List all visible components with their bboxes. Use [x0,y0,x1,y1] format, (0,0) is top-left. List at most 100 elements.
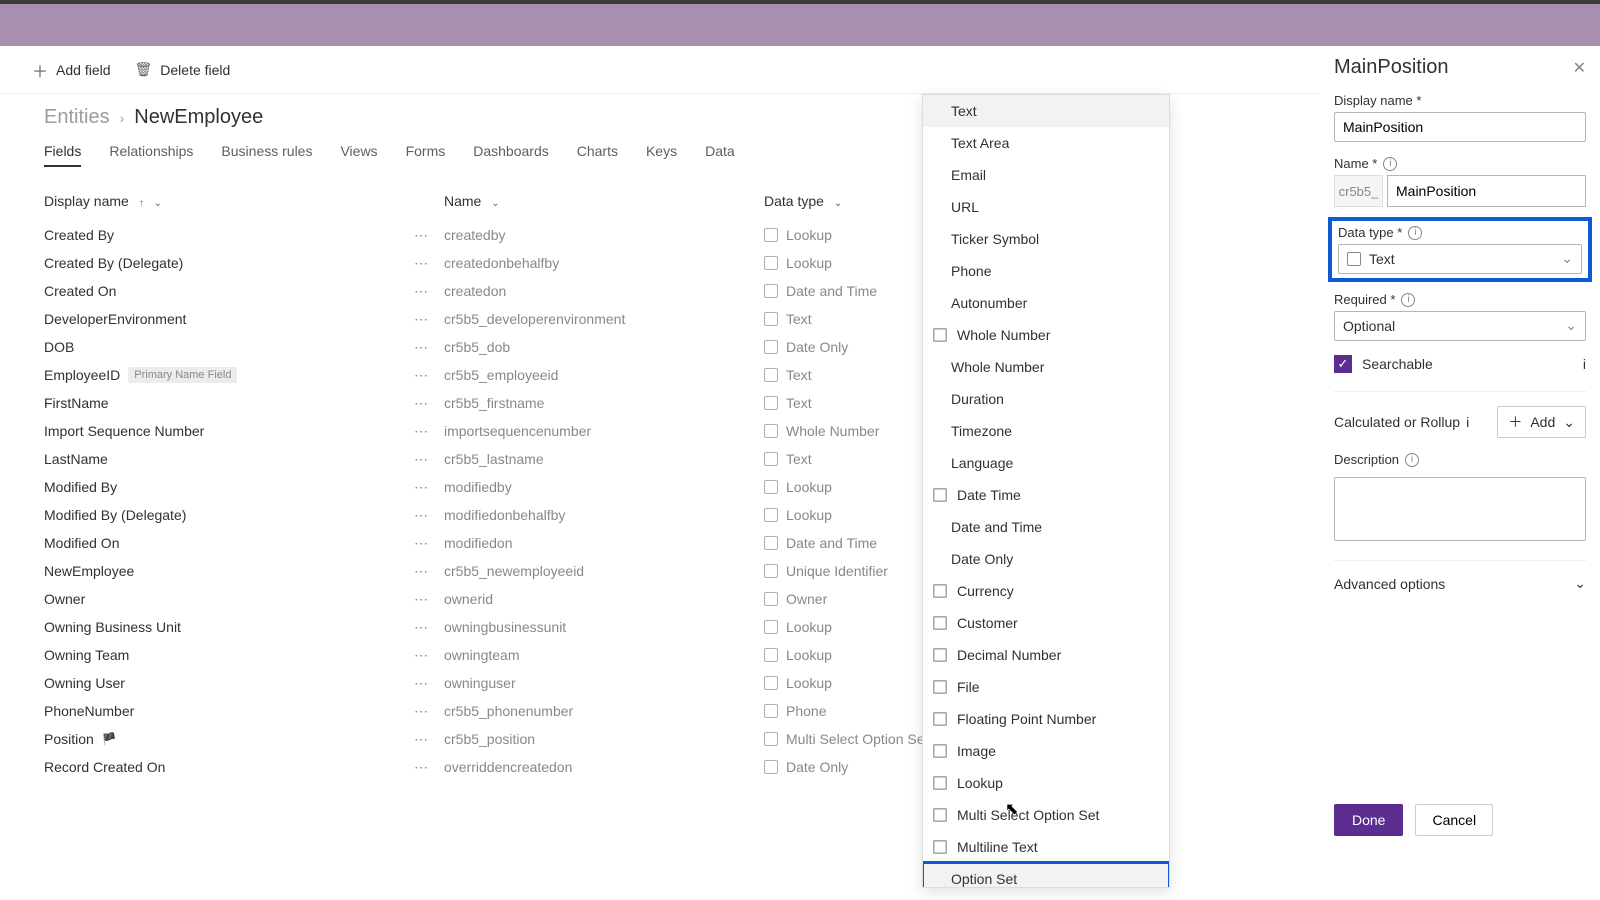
add-button[interactable]: ＋ Add ⌄ [1497,406,1586,438]
row-more-icon[interactable]: ⋯ [414,451,424,468]
info-icon[interactable]: i [1466,414,1469,430]
type-icon [764,620,778,634]
dropdown-option-email[interactable]: Email [923,159,1169,191]
row-more-icon[interactable]: ⋯ [414,619,424,636]
advanced-options-toggle[interactable]: Advanced options ⌄ [1334,560,1586,606]
cell-name: owninguser [444,675,764,691]
info-icon[interactable]: i [1401,293,1415,307]
dropdown-option-timezone[interactable]: Timezone [923,415,1169,447]
tab-fields[interactable]: Fields [44,143,81,167]
dropdown-option-phone[interactable]: Phone [923,255,1169,287]
row-more-icon[interactable]: ⋯ [414,647,424,664]
dropdown-option-date-only[interactable]: Date Only [923,543,1169,575]
dropdown-group-multi-select-option-set[interactable]: Multi Select Option Set [923,799,1169,831]
cell-display-name: Import Sequence Number [44,423,414,439]
data-type-dropdown[interactable]: TextText AreaEmailURLTicker SymbolPhoneA… [922,94,1170,888]
description-textarea[interactable] [1334,477,1586,541]
row-more-icon[interactable]: ⋯ [414,227,424,244]
cell-name: cr5b5_developerenvironment [444,311,764,327]
row-more-icon[interactable]: ⋯ [414,367,424,384]
dropdown-option-autonumber[interactable]: Autonumber [923,287,1169,319]
dropdown-option-date-and-time[interactable]: Date and Time [923,511,1169,543]
info-icon[interactable]: i [1383,157,1397,171]
chevron-down-icon: ⌄ [491,198,499,209]
display-name-input[interactable] [1334,112,1586,142]
row-more-icon[interactable]: ⋯ [414,423,424,440]
tab-business-rules[interactable]: Business rules [221,143,312,167]
dropdown-option-text-area[interactable]: Text Area [923,127,1169,159]
type-icon [764,368,778,382]
delete-field-label: Delete field [160,62,230,78]
dropdown-option-language[interactable]: Language [923,447,1169,479]
row-more-icon[interactable]: ⋯ [414,339,424,356]
panel-title: MainPosition [1334,56,1449,79]
col-name[interactable]: Name ⌄ [444,193,764,209]
data-type-select[interactable]: Text [1338,244,1582,274]
group-icon [933,744,947,758]
dropdown-option-option-set[interactable]: Option Set [923,863,1169,888]
cell-name: overriddencreatedon [444,759,764,775]
done-button[interactable]: Done [1334,804,1403,836]
row-more-icon[interactable]: ⋯ [414,479,424,496]
info-icon[interactable]: i [1583,356,1586,372]
row-more-icon[interactable]: ⋯ [414,535,424,552]
dropdown-group-file[interactable]: File [923,671,1169,703]
tab-charts[interactable]: Charts [577,143,618,167]
tab-dashboards[interactable]: Dashboards [473,143,549,167]
type-icon [764,648,778,662]
type-icon [764,424,778,438]
info-icon[interactable]: i [1408,226,1422,240]
searchable-checkbox[interactable]: ✓ [1334,355,1352,373]
cell-name: owningbusinessunit [444,619,764,635]
breadcrumb-root[interactable]: Entities [44,106,110,129]
type-icon [764,480,778,494]
row-more-icon[interactable]: ⋯ [414,563,424,580]
cell-display-name: Modified On [44,535,414,551]
tab-relationships[interactable]: Relationships [109,143,193,167]
tab-forms[interactable]: Forms [406,143,446,167]
type-icon [764,676,778,690]
row-more-icon[interactable]: ⋯ [414,395,424,412]
required-select[interactable]: Optional [1334,311,1586,341]
row-more-icon[interactable]: ⋯ [414,591,424,608]
cell-name: cr5b5_position [444,731,764,747]
dropdown-group-currency[interactable]: Currency [923,575,1169,607]
dropdown-group-image[interactable]: Image [923,735,1169,767]
dropdown-option-url[interactable]: URL [923,191,1169,223]
dropdown-group-lookup[interactable]: Lookup [923,767,1169,799]
delete-field-button[interactable]: 🗑 Delete field [135,61,231,78]
row-more-icon[interactable]: ⋯ [414,675,424,692]
dropdown-option-ticker-symbol[interactable]: Ticker Symbol [923,223,1169,255]
col-display-name[interactable]: Display name ↑ ⌄ [44,193,444,209]
name-input[interactable] [1387,175,1586,207]
type-icon [764,536,778,550]
tab-keys[interactable]: Keys [646,143,677,167]
row-more-icon[interactable]: ⋯ [414,255,424,272]
tab-data[interactable]: Data [705,143,735,167]
dropdown-group-whole-number: Whole Number [923,319,1169,351]
row-more-icon[interactable]: ⋯ [414,311,424,328]
info-icon[interactable]: i [1405,453,1419,467]
dropdown-group-decimal-number[interactable]: Decimal Number [923,639,1169,671]
dropdown-option-whole-number[interactable]: Whole Number [923,351,1169,383]
close-icon[interactable]: ✕ [1573,58,1586,78]
row-more-icon[interactable]: ⋯ [414,507,424,524]
row-more-icon[interactable]: ⋯ [414,759,424,776]
row-more-icon[interactable]: ⋯ [414,703,424,720]
row-more-icon[interactable]: ⋯ [414,731,424,748]
dropdown-option-duration[interactable]: Duration [923,383,1169,415]
cell-name: modifiedonbehalfby [444,507,764,523]
row-more-icon[interactable]: ⋯ [414,283,424,300]
dropdown-group-date-time: Date Time [923,479,1169,511]
dropdown-group-customer[interactable]: Customer [923,607,1169,639]
type-icon [764,704,778,718]
cell-display-name: DeveloperEnvironment [44,311,414,327]
dropdown-option-text[interactable]: Text [923,95,1169,127]
tab-views[interactable]: Views [340,143,377,167]
cancel-button[interactable]: Cancel [1415,804,1493,836]
dropdown-group-multiline-text[interactable]: Multiline Text [923,831,1169,863]
cell-display-name: DOB [44,339,414,355]
add-field-button[interactable]: ＋ Add field [32,58,111,82]
dropdown-group-floating-point-number[interactable]: Floating Point Number [923,703,1169,735]
cell-display-name: Record Created On [44,759,414,775]
